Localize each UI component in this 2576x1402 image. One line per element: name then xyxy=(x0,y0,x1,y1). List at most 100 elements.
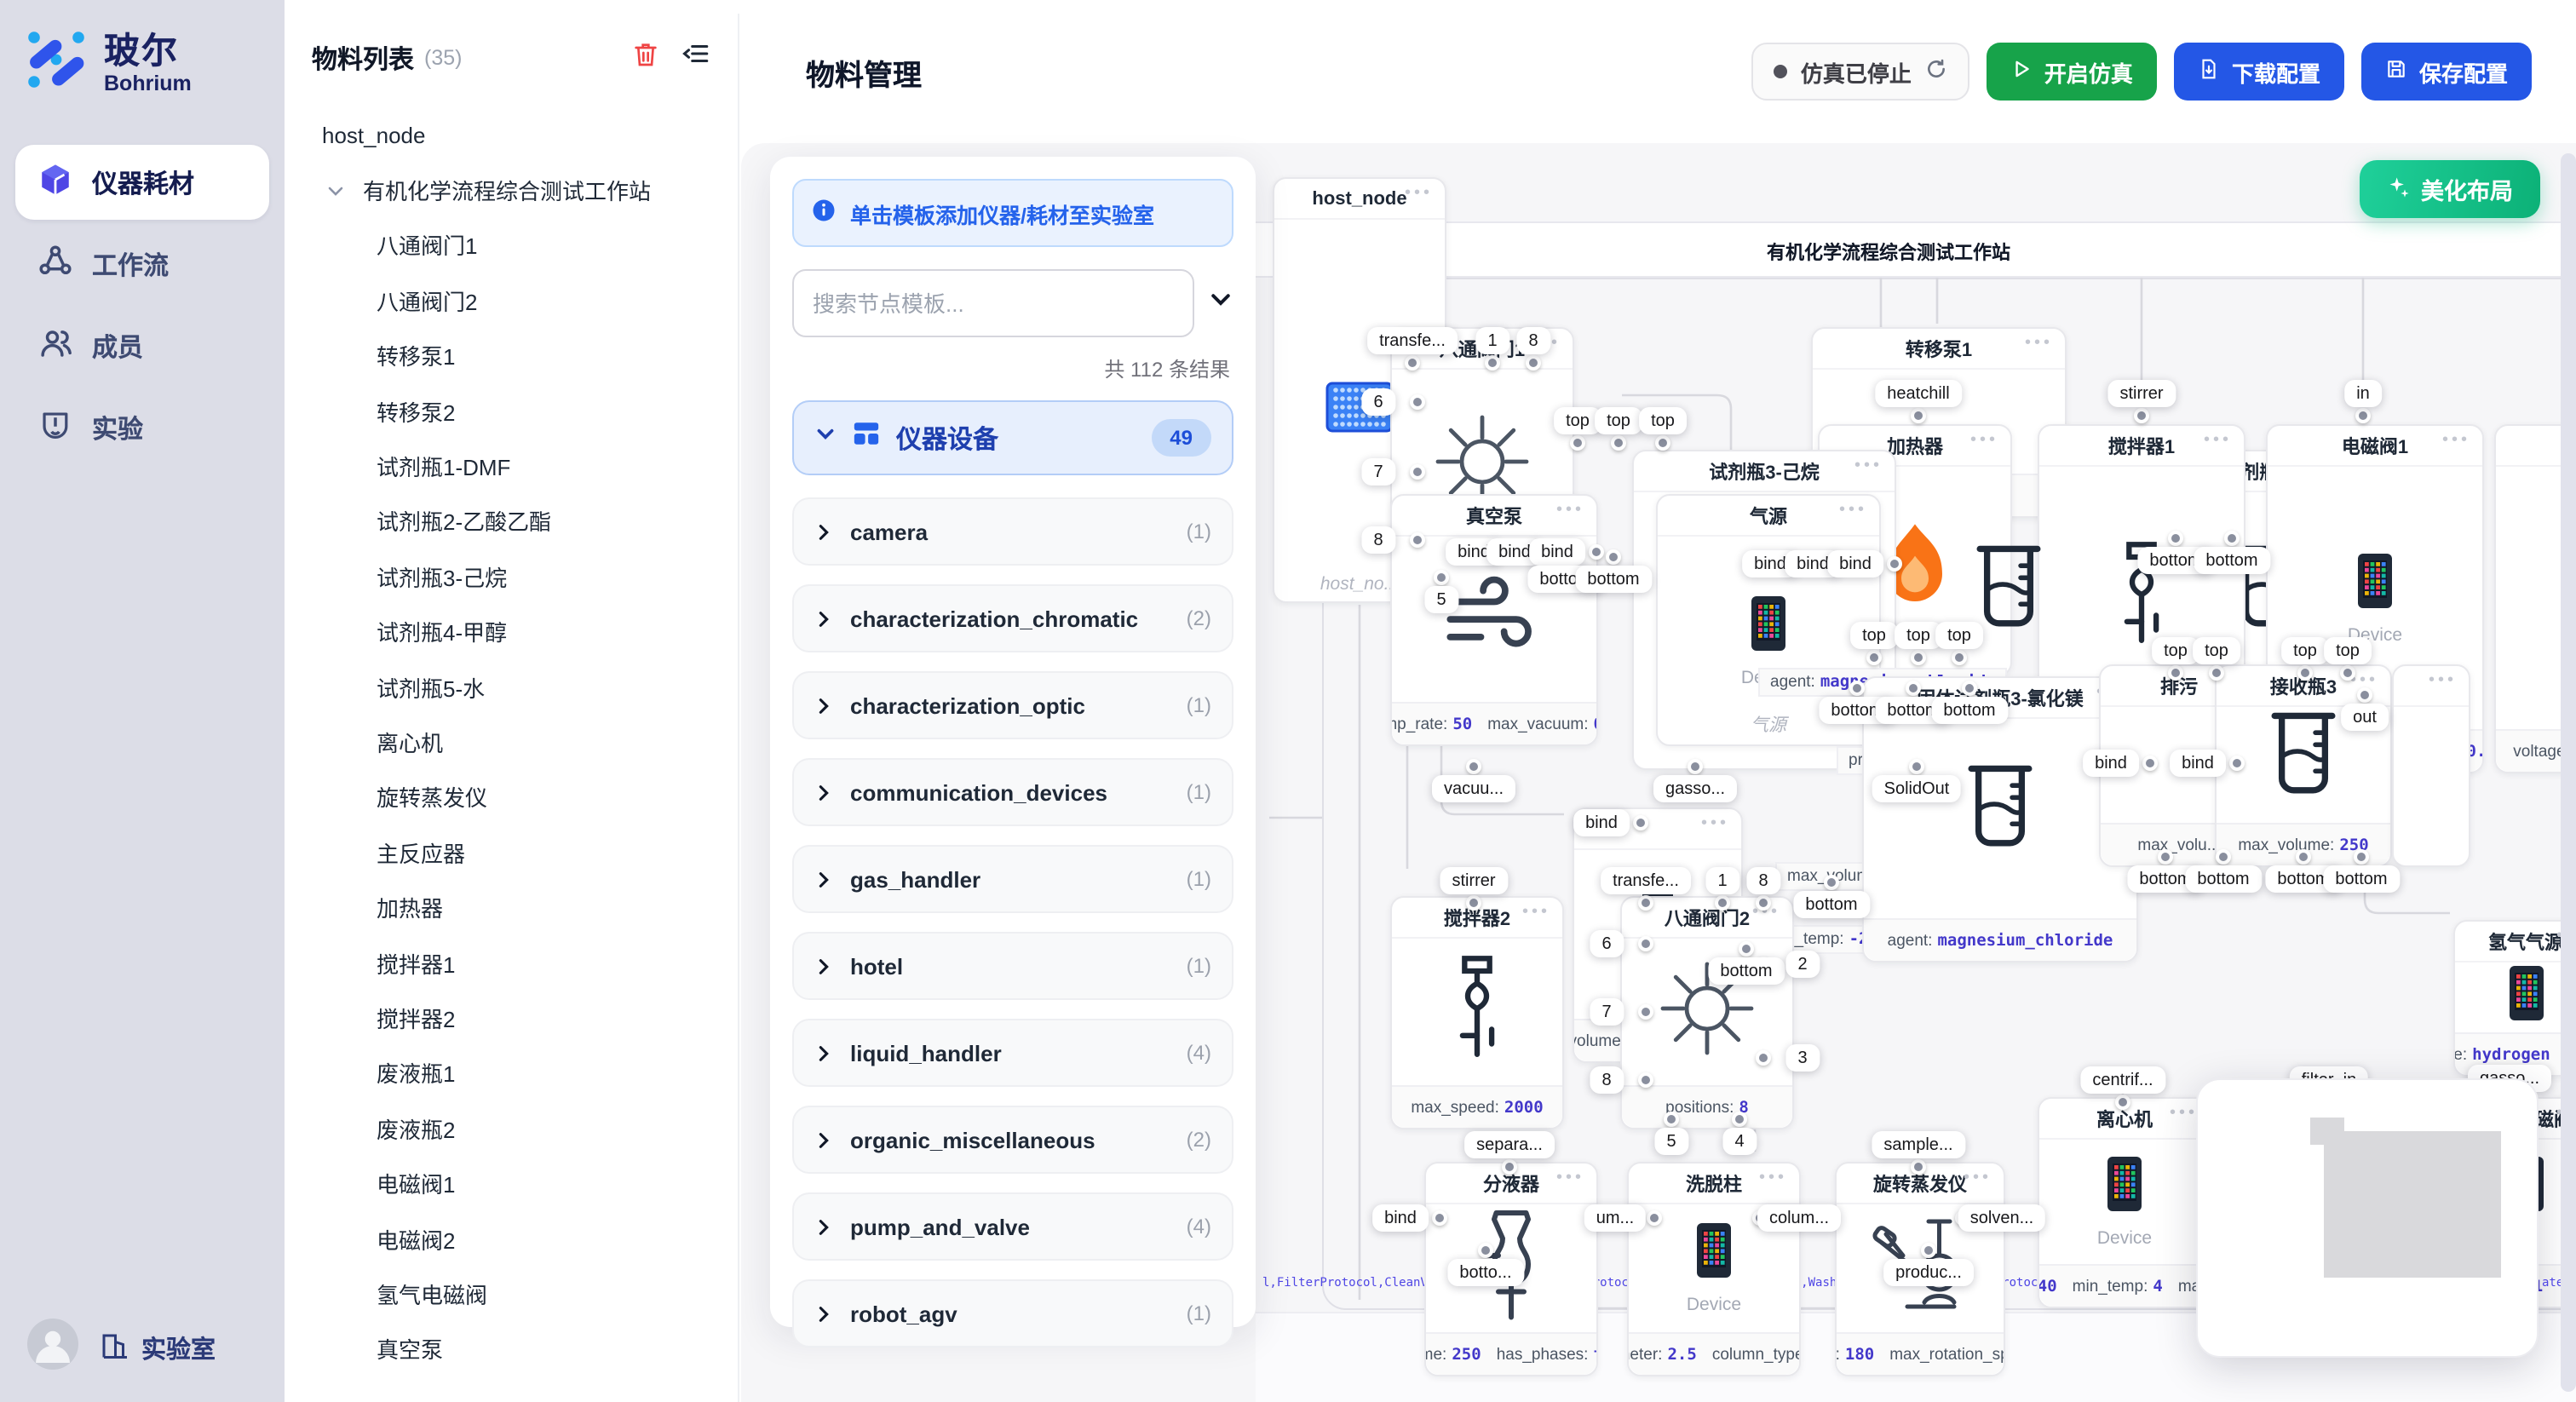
port-dot-icon[interactable] xyxy=(1410,464,1425,480)
port-pill-bottom[interactable]: bottom xyxy=(1931,697,2007,724)
port-pill-vacuu[interactable]: vacuu... xyxy=(1432,775,1515,802)
canvas-node-洗脱柱[interactable]: 洗脱柱•••Devicediameter:2.5column_type:si xyxy=(1627,1162,1801,1376)
tree-item[interactable]: 转移泵1 xyxy=(298,328,724,383)
port-dot-icon[interactable] xyxy=(2296,849,2311,865)
tree-item[interactable]: 电磁阀1 xyxy=(298,1156,724,1211)
tree-item[interactable]: 离心机 xyxy=(298,715,724,770)
node-menu-icon[interactable]: ••• xyxy=(1970,431,1998,450)
port-dot-icon[interactable] xyxy=(1962,681,1977,696)
collapse-list-icon[interactable] xyxy=(681,39,710,77)
port-pill-stirrer[interactable]: stirrer xyxy=(1440,867,1507,894)
port-pill-bottom[interactable]: bottom xyxy=(1793,891,1869,918)
port-dot-icon[interactable] xyxy=(1638,1072,1653,1088)
port-pill-top[interactable]: top xyxy=(2324,637,2372,664)
port-dot-icon[interactable] xyxy=(1911,408,1926,423)
port-pill-out[interactable]: out xyxy=(2341,704,2389,731)
template-item-characterization_optic[interactable]: characterization_optic(1) xyxy=(792,671,1233,739)
port-pill-gasso[interactable]: gasso... xyxy=(1653,775,1737,802)
tree-item[interactable]: 八通阀门1 xyxy=(298,218,724,273)
port-pill-top[interactable]: top xyxy=(1639,407,1687,434)
port-pill-top[interactable]: top xyxy=(2281,637,2329,664)
port-pill-8[interactable]: 8 xyxy=(1746,867,1780,894)
category-instruments[interactable]: 仪器设备 49 xyxy=(792,400,1233,475)
node-menu-icon[interactable]: ••• xyxy=(2170,1104,2198,1123)
port-dot-icon[interactable] xyxy=(2134,408,2149,423)
node-menu-icon[interactable]: ••• xyxy=(2442,431,2470,450)
port-dot-icon[interactable] xyxy=(1756,1050,1771,1066)
canvas-node-离心机[interactable]: 离心机•••Devicetemp:40min_temp:4max_spe... xyxy=(2038,1097,2211,1308)
tree-item[interactable]: 试剂瓶5-水 xyxy=(298,659,724,715)
port-pill-7[interactable]: 7 xyxy=(1361,458,1394,486)
port-dot-icon[interactable] xyxy=(2168,531,2183,546)
download-config-button[interactable]: 下载配置 xyxy=(2174,43,2344,101)
port-dot-icon[interactable] xyxy=(1739,941,1754,957)
port-pill-6[interactable]: 6 xyxy=(1361,388,1394,416)
minimap[interactable] xyxy=(2196,1078,2539,1358)
port-dot-icon[interactable] xyxy=(2158,849,2173,865)
template-item-hotel[interactable]: hotel(1) xyxy=(792,932,1233,1000)
port-pill-8[interactable]: 8 xyxy=(1516,327,1550,354)
port-pill-4[interactable]: 4 xyxy=(1722,1128,1756,1155)
scrollbar[interactable] xyxy=(2561,153,2576,1392)
port-dot-icon[interactable] xyxy=(1647,1210,1662,1226)
trash-icon[interactable] xyxy=(632,40,659,76)
port-dot-icon[interactable] xyxy=(1466,759,1481,774)
node-menu-icon[interactable]: ••• xyxy=(2204,431,2232,450)
tree-item[interactable]: 废液瓶2 xyxy=(298,1100,724,1156)
port-pill-top[interactable]: top xyxy=(1935,622,1983,649)
port-dot-icon[interactable] xyxy=(1909,759,1924,774)
avatar[interactable] xyxy=(27,1319,78,1378)
search-input[interactable] xyxy=(792,269,1194,337)
brand-logo[interactable]: 玻尔 Bohrium xyxy=(0,0,285,101)
node-menu-icon[interactable]: ••• xyxy=(1839,501,1867,520)
tree-item[interactable]: 八通阀门2 xyxy=(298,273,724,328)
tree-item[interactable]: 真空泵 xyxy=(298,1321,724,1361)
port-pill-um[interactable]: um... xyxy=(1584,1204,1646,1232)
port-pill-SolidOut[interactable]: SolidOut xyxy=(1872,775,1962,802)
port-dot-icon[interactable] xyxy=(1688,759,1703,774)
port-pill-top[interactable]: top xyxy=(1595,407,1642,434)
port-pill-3[interactable]: 3 xyxy=(1785,1044,1819,1072)
template-item-robot_agv[interactable]: robot_agv(1) xyxy=(792,1279,1233,1347)
port-dot-icon[interactable] xyxy=(1887,556,1902,572)
tree-item[interactable]: 旋转蒸发仪 xyxy=(298,769,724,825)
port-pill-7[interactable]: 7 xyxy=(1590,998,1623,1026)
tree-item[interactable]: 试剂瓶2-乙酸乙酯 xyxy=(298,493,724,549)
port-pill-bottom[interactable]: bottom xyxy=(1708,957,1784,985)
port-dot-icon[interactable] xyxy=(2168,665,2183,681)
port-pill-bottom[interactable]: bottom xyxy=(1575,566,1651,593)
port-dot-icon[interactable] xyxy=(1589,544,1604,560)
port-dot-icon[interactable] xyxy=(1655,435,1670,451)
port-pill-colum[interactable]: colum... xyxy=(1757,1204,1841,1232)
port-dot-icon[interactable] xyxy=(1434,570,1449,585)
canvas-node[interactable]: ••• xyxy=(2392,664,2470,867)
port-dot-icon[interactable] xyxy=(1866,650,1882,665)
port-dot-icon[interactable] xyxy=(2355,408,2371,423)
port-pill-transfe[interactable]: transfe... xyxy=(1601,867,1691,894)
template-item-liquid_handler[interactable]: liquid_handler(4) xyxy=(792,1019,1233,1087)
port-pill-bind[interactable]: bind xyxy=(2083,750,2139,777)
port-dot-icon[interactable] xyxy=(1638,936,1653,951)
node-menu-icon[interactable]: ••• xyxy=(1854,457,1883,475)
tree-item[interactable]: 试剂瓶4-甲醇 xyxy=(298,604,724,659)
port-pill-bottom[interactable]: bottom xyxy=(2185,865,2261,893)
port-pill-centrif[interactable]: centrif... xyxy=(2080,1066,2165,1094)
sidebar-item-members[interactable]: 成员 xyxy=(15,308,269,383)
start-simulation-button[interactable]: 开启仿真 xyxy=(1987,43,2157,101)
node-menu-icon[interactable]: ••• xyxy=(2025,334,2053,353)
tree-item[interactable]: host_node xyxy=(298,107,724,163)
template-item-camera[interactable]: camera(1) xyxy=(792,497,1233,566)
chevron-down-icon[interactable] xyxy=(325,180,349,200)
port-dot-icon[interactable] xyxy=(2115,1095,2130,1110)
port-dot-icon[interactable] xyxy=(1432,1210,1447,1226)
port-dot-icon[interactable] xyxy=(1715,895,1730,911)
port-pill-separa[interactable]: separa... xyxy=(1464,1131,1555,1158)
simulation-status-pill[interactable]: 仿真已停止 xyxy=(1751,43,1969,101)
tree-item[interactable]: 氢气电磁阀 xyxy=(298,1266,724,1321)
port-dot-icon[interactable] xyxy=(1405,355,1420,371)
port-dot-icon[interactable] xyxy=(2142,756,2158,771)
tree-item[interactable]: 搅拌器1 xyxy=(298,935,724,991)
port-pill-5[interactable]: 5 xyxy=(1654,1128,1688,1155)
port-pill-bind[interactable]: bind xyxy=(2170,750,2226,777)
port-dot-icon[interactable] xyxy=(2357,687,2372,703)
